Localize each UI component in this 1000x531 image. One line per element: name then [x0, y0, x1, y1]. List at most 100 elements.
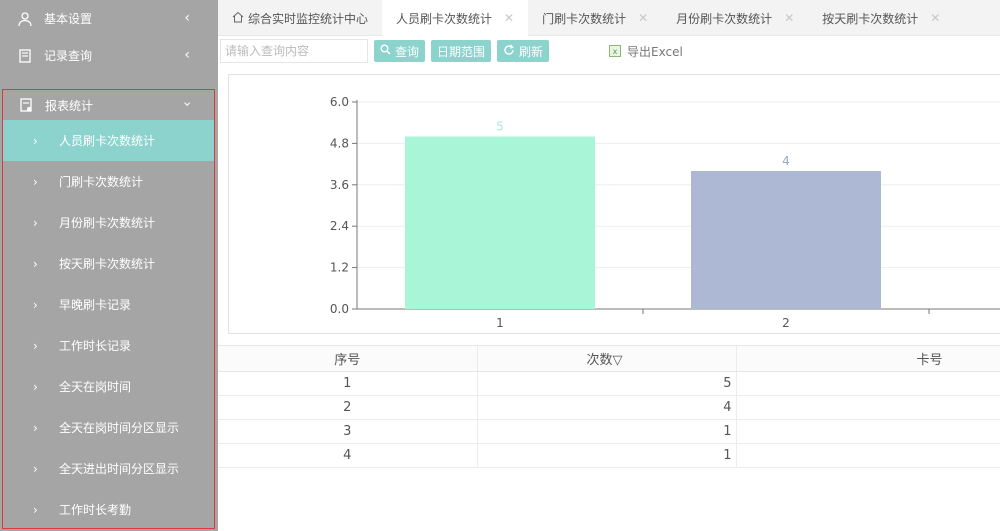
sidebar-subitem-label: 月份刷卡次数统计: [59, 216, 156, 230]
user-icon: [16, 10, 34, 28]
refresh-button-label: 刷新: [519, 44, 544, 59]
y-tick-label: 0.0: [330, 302, 349, 316]
y-tick-label: 3.6: [330, 178, 349, 192]
cell-card-number: [735, 371, 1000, 396]
query-button[interactable]: 查询: [374, 40, 426, 62]
bar-data-label: 5: [496, 120, 504, 134]
tab-monitor-center[interactable]: 综合实时监控统计中心: [218, 0, 382, 36]
chevron-right-icon: ›: [33, 502, 38, 517]
record-icon: [16, 47, 34, 65]
chevron-right-icon: ›: [33, 461, 38, 476]
tab-door-swipe-stats[interactable]: 门刷卡次数统计 ✕: [528, 0, 662, 36]
chevron-right-icon: ›: [33, 133, 38, 148]
close-icon[interactable]: ✕: [504, 11, 514, 25]
x-tick-label: 2: [782, 316, 790, 330]
chevron-right-icon: ›: [33, 297, 38, 312]
sidebar-item-label: 记录查询: [44, 49, 93, 63]
tab-label: 月份刷卡次数统计: [676, 11, 773, 26]
cell-card-number: [735, 395, 1000, 420]
sidebar-subitem-work-duration-records[interactable]: › 工作时长记录: [3, 325, 214, 366]
refresh-icon: [503, 44, 515, 59]
date-range-button-label: 日期范围: [437, 44, 486, 59]
cell-index: 3: [218, 419, 477, 444]
tab-bar: 综合实时监控统计中心 人员刷卡次数统计 ✕ 门刷卡次数统计 ✕ 月份刷卡次数统计…: [218, 0, 1000, 36]
tab-person-swipe-stats[interactable]: 人员刷卡次数统计 ✕: [382, 0, 529, 36]
y-tick-label: 6.0: [330, 95, 349, 109]
tab-month-swipe-stats[interactable]: 月份刷卡次数统计 ✕: [662, 0, 808, 36]
sidebar-item-label: 报表统计: [45, 98, 94, 113]
table-row[interactable]: 2 4: [218, 395, 1000, 420]
sidebar-item-report-stats[interactable]: 报表统计 ›: [3, 90, 214, 120]
bar-chart: 0.0 1.2 2.4 3.6 4.8 6.0 5 1 4 2: [330, 95, 1000, 330]
sidebar-subitem-label: 工作时长考勤: [59, 503, 132, 517]
close-icon[interactable]: ✕: [784, 11, 794, 25]
y-tick-label: 4.8: [330, 136, 349, 150]
sidebar-subitem-label: 工作时长记录: [59, 339, 132, 353]
chevron-right-icon: ›: [33, 379, 38, 394]
chevron-left-icon: ‹: [184, 47, 190, 63]
table-row[interactable]: 1 5: [218, 371, 1000, 396]
chevron-right-icon: ›: [33, 215, 38, 230]
table-header-row: 序号 次数▽ 卡号: [218, 345, 1000, 372]
sidebar: 基本设置 ‹ 记录查询 ‹ 报表统计 › › 人员刷卡次数统计 › 门刷卡次数统计 …: [0, 0, 218, 531]
tab-label: 人员刷卡次数统计: [396, 11, 493, 26]
column-header-count[interactable]: 次数▽: [476, 345, 736, 372]
table-row[interactable]: 4 1: [218, 443, 1000, 468]
sidebar-subitem-morning-evening-records[interactable]: › 早晚刷卡记录: [3, 284, 214, 325]
stats-table: 序号 次数▽ 卡号 1 5 2 4 3 1 4 1: [218, 345, 1000, 468]
sidebar-subitem-label: 全天在岗时间: [59, 380, 132, 394]
sidebar-subitem-label: 按天刷卡次数统计: [59, 257, 156, 271]
cell-card-number: [735, 419, 1000, 444]
cell-count: 5: [476, 371, 736, 396]
table-row[interactable]: 3 1: [218, 419, 1000, 444]
export-excel-button[interactable]: x 导出Excel: [609, 43, 683, 60]
close-icon[interactable]: ✕: [638, 11, 648, 25]
sidebar-subitem-label: 门刷卡次数统计: [59, 175, 144, 189]
sidebar-subitem-all-day-on-duty[interactable]: › 全天在岗时间: [3, 366, 214, 407]
chevron-left-icon: ‹: [184, 10, 190, 26]
chevron-down-icon: ›: [179, 101, 196, 107]
search-icon: [380, 44, 391, 58]
sidebar-item-record-query[interactable]: 记录查询 ‹: [0, 37, 218, 74]
close-icon[interactable]: ✕: [930, 11, 940, 25]
report-icon: [17, 96, 35, 114]
tab-day-swipe-stats[interactable]: 按天刷卡次数统计 ✕: [808, 0, 954, 36]
sidebar-subitem-door-swipe-stats[interactable]: › 门刷卡次数统计: [3, 161, 214, 202]
sidebar-subitem-work-attendance[interactable]: › 工作时长考勤: [3, 489, 214, 530]
cell-index: 2: [218, 395, 477, 420]
refresh-button[interactable]: 刷新: [497, 40, 550, 62]
sidebar-item-basic-settings[interactable]: 基本设置 ‹: [0, 0, 218, 37]
column-header-index[interactable]: 序号: [218, 345, 477, 372]
chevron-right-icon: ›: [33, 174, 38, 189]
sidebar-subitem-person-swipe-stats[interactable]: › 人员刷卡次数统计: [3, 120, 214, 161]
bar-data-label: 4: [782, 154, 790, 168]
cell-count: 1: [476, 419, 736, 444]
sidebar-subitem-label: 全天进出时间分区显示: [59, 462, 180, 476]
home-icon: [232, 11, 244, 26]
sidebar-subitem-label: 全天在岗时间分区显示: [59, 421, 180, 435]
sidebar-subitem-label: 早晚刷卡记录: [59, 298, 132, 312]
excel-icon: x: [609, 45, 622, 57]
date-range-button[interactable]: 日期范围: [431, 40, 492, 62]
y-tick-label: 1.2: [330, 261, 349, 275]
chevron-right-icon: ›: [33, 338, 38, 353]
cell-index: 4: [218, 443, 477, 468]
sidebar-subitem-day-swipe-stats[interactable]: › 按天刷卡次数统计: [3, 243, 214, 284]
chevron-right-icon: ›: [33, 420, 38, 435]
cell-count: 4: [476, 395, 736, 420]
cell-index: 1: [218, 371, 477, 396]
report-menu-group: 报表统计 › › 人员刷卡次数统计 › 门刷卡次数统计 › 月份刷卡次数统计 › 按天刷…: [2, 89, 215, 529]
search-input[interactable]: [220, 39, 368, 63]
bar: [405, 136, 595, 309]
tab-label: 综合实时监控统计中心: [248, 11, 369, 26]
tab-label: 门刷卡次数统计: [542, 11, 627, 26]
sidebar-item-label: 基本设置: [44, 12, 93, 26]
sidebar-subitem-in-out-zoned[interactable]: › 全天进出时间分区显示: [3, 448, 214, 489]
column-header-card-number[interactable]: 卡号: [735, 345, 1000, 372]
tab-label: 按天刷卡次数统计: [822, 11, 919, 26]
export-excel-label: 导出Excel: [627, 44, 683, 59]
cell-card-number: [735, 443, 1000, 468]
sidebar-subitem-on-duty-zoned[interactable]: › 全天在岗时间分区显示: [3, 407, 214, 448]
bar: [691, 171, 881, 309]
sidebar-subitem-month-swipe-stats[interactable]: › 月份刷卡次数统计: [3, 202, 214, 243]
